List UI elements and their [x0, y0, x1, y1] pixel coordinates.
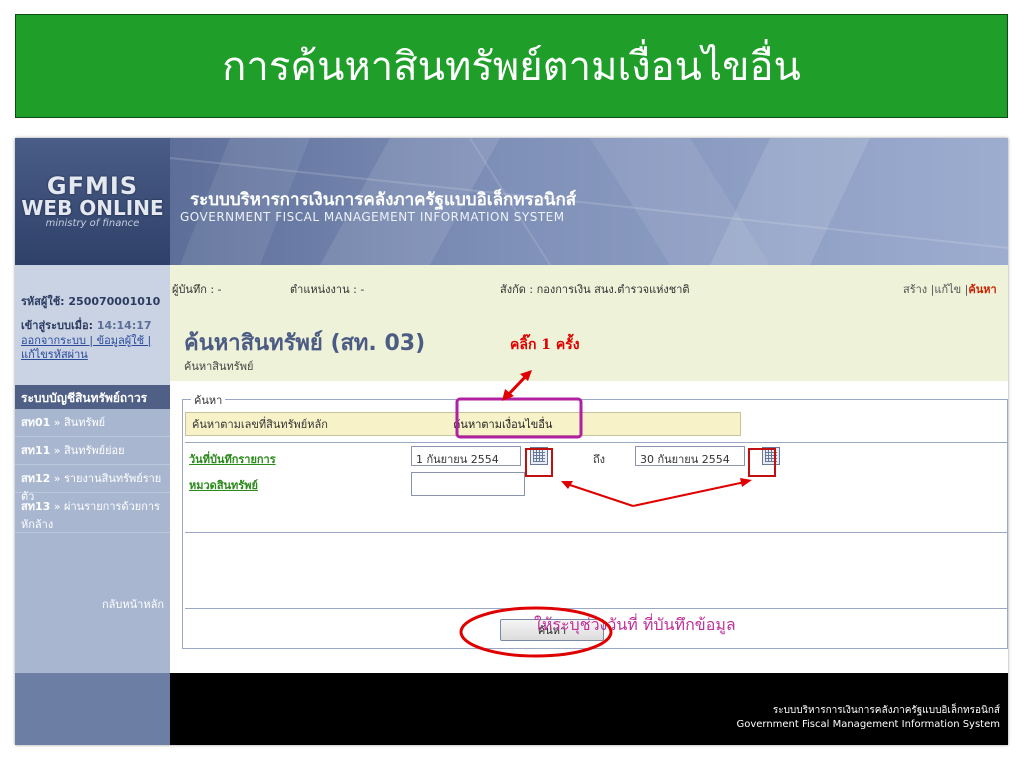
- footer-line1: ระบบบริหารการเงินการคลังภาครัฐแบบอิเล็กท…: [772, 705, 1000, 716]
- login-label: เข้าสู่ระบบเมื่อ:: [21, 319, 93, 332]
- sidebar: รหัสผู้ใช้: 250070001010 เข้าสู่ระบบเมื่…: [15, 265, 170, 673]
- footer: ระบบบริหารการเงินการคลังภาครัฐแบบอิเล็กท…: [15, 673, 1008, 745]
- user-id: รหัสผู้ใช้: 250070001010: [21, 295, 161, 308]
- page-title: ค้นหาสินทรัพย์ (สท. 03): [184, 331, 426, 356]
- login-info: เข้าสู่ระบบเมื่อ: 14:14:17: [21, 316, 170, 334]
- search-fieldset: ค้นหา ค้นหาตามเลขที่สินทรัพย์หลัก ค้นหาต…: [182, 391, 1008, 649]
- gfmis-logo: GFMIS WEB ONLINE ministry of finance: [21, 174, 163, 229]
- logo-area: GFMIS WEB ONLINE ministry of finance: [15, 138, 170, 265]
- app-window: GFMIS WEB ONLINE ministry of finance ระบ…: [15, 138, 1008, 745]
- sidebar-item-label: » สินทรัพย์ย่อย: [53, 444, 125, 457]
- search-tabs: ค้นหาตามเลขที่สินทรัพย์หลัก ค้นหาตามเงื่…: [185, 412, 741, 436]
- sidebar-item-st12[interactable]: สท12 » รายงานสินทรัพย์รายตัว: [15, 465, 170, 503]
- agency-info: สังกัด : กองการเงิน สนง.ตำรวจแห่งชาติ: [500, 283, 690, 296]
- to-label: ถึง: [593, 453, 606, 466]
- date-row: วันที่บันทึกรายการ 1 กันยายน 2554 ถึง 30…: [185, 444, 1007, 470]
- action-links: สร้าง |แก้ไข |ค้นหา: [903, 283, 997, 296]
- login-time: 14:14:17: [96, 319, 152, 332]
- user-links[interactable]: ออกจากระบบ | ข้อมูลผู้ใช้ | แก้ไขรหัสผ่า…: [21, 334, 170, 362]
- annotation-specify-date: ให้ระบุช่วงวันที่ ที่บันทึกข้อมูล: [534, 615, 736, 634]
- search-link[interactable]: ค้นหา: [968, 283, 996, 296]
- calendar-to-icon[interactable]: [762, 447, 780, 465]
- date-label: วันที่บันทึกรายการ: [189, 453, 276, 466]
- tab-search-other-conditions[interactable]: ค้นหาตามเงื่อนไขอื่น: [447, 415, 740, 433]
- system-name-en: GOVERNMENT FISCAL MANAGEMENT INFORMATION…: [180, 210, 565, 224]
- page-header: ค้นหาสินทรัพย์ (สท. 03) ค้นหาสินทรัพย์: [170, 301, 1008, 381]
- date-to-input[interactable]: 30 กันยายน 2554: [635, 446, 745, 466]
- sidebar-section-title: ระบบบัญชีสินทรัพย์ถาวร: [15, 385, 170, 409]
- category-label: หมวดสินทรัพย์: [189, 479, 258, 492]
- logo-line2: WEB ONLINE: [21, 196, 164, 220]
- calendar-from-icon[interactable]: [530, 447, 548, 465]
- user-info: รหัสผู้ใช้: 250070001010 เข้าสู่ระบบเมื่…: [15, 265, 170, 385]
- page-subtitle: ค้นหาสินทรัพย์: [184, 360, 254, 373]
- sidebar-item-st13[interactable]: สท13 » ผ่านรายการด้วยการหักล้าง: [15, 493, 170, 533]
- category-row: หมวดสินทรัพย์: [185, 470, 1007, 496]
- sidebar-item-code: สท01: [21, 416, 51, 429]
- sidebar-item-st01[interactable]: สท01 » สินทรัพย์: [15, 409, 170, 437]
- info-bar: ผู้บันทึก : - ตำแหน่งงาน : - สังกัด : กอ…: [170, 265, 1008, 301]
- system-name-th: ระบบบริหารการเงินการคลังภาครัฐแบบอิเล็กท…: [190, 190, 577, 210]
- tab-search-main-asset[interactable]: ค้นหาตามเลขที่สินทรัพย์หลัก: [186, 415, 447, 433]
- sidebar-item-code: สท12: [21, 472, 51, 485]
- back-to-home-link[interactable]: กลับหน้าหลัก: [15, 595, 170, 613]
- sidebar-item-code: สท11: [21, 444, 51, 457]
- sidebar-item-st11[interactable]: สท11 » สินทรัพย์ย่อย: [15, 437, 170, 465]
- category-input[interactable]: [411, 472, 525, 496]
- sidebar-item-code: สท13: [21, 500, 51, 513]
- position-info: ตำแหน่งงาน : -: [290, 283, 365, 296]
- annotation-click-once: คลิ๊ก 1 ครั้ง: [510, 337, 580, 353]
- logo-line1: GFMIS: [46, 172, 139, 200]
- create-link[interactable]: สร้าง: [903, 283, 927, 296]
- slide-title: การค้นหาสินทรัพย์ตามเงื่อนไขอื่น: [15, 14, 1008, 118]
- sidebar-item-label: » สินทรัพย์: [53, 416, 106, 429]
- recorder-info: ผู้บันทึก : -: [172, 283, 222, 296]
- date-from-input[interactable]: 1 กันยายน 2554: [411, 446, 521, 466]
- header-banner: ระบบบริหารการเงินการคลังภาครัฐแบบอิเล็กท…: [170, 138, 1008, 265]
- main-content: ผู้บันทึก : - ตำแหน่งงาน : - สังกัด : กอ…: [170, 265, 1008, 673]
- search-form: วันที่บันทึกรายการ 1 กันยายน 2554 ถึง 30…: [185, 442, 1007, 642]
- search-legend: ค้นหา: [191, 391, 226, 409]
- footer-line2: Government Fiscal Management Information…: [736, 719, 1000, 730]
- edit-link[interactable]: แก้ไข: [934, 283, 961, 296]
